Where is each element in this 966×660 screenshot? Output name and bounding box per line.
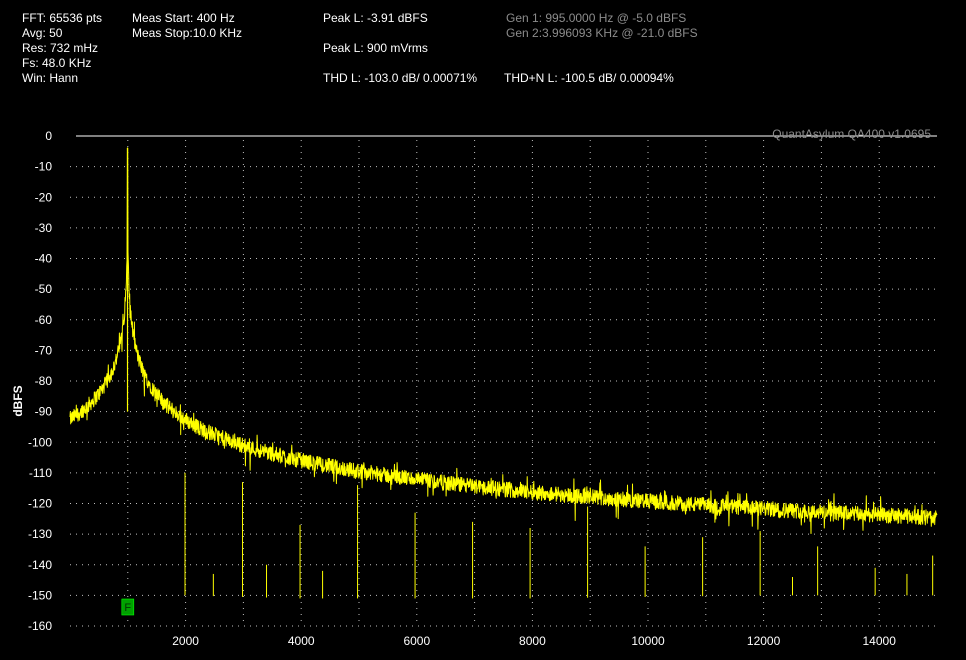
y-tick-label: -10 bbox=[35, 160, 53, 174]
y-tick-label: -30 bbox=[35, 221, 53, 235]
y-tick-label: -70 bbox=[35, 343, 53, 357]
x-tick-label: 2000 bbox=[172, 634, 199, 648]
y-tick-label: -90 bbox=[35, 405, 53, 419]
y-tick-label: -80 bbox=[35, 374, 53, 388]
fft-analyzer-window: FFT: 65536 pts Avg: 50 Res: 732 mHz Fs: … bbox=[0, 0, 966, 660]
x-tick-label: 12000 bbox=[747, 634, 781, 648]
y-tick-label: -160 bbox=[28, 619, 52, 633]
y-tick-label: -100 bbox=[28, 435, 52, 449]
x-tick-label: 6000 bbox=[403, 634, 430, 648]
y-tick-label: -140 bbox=[28, 558, 52, 572]
fft-spectrum-chart: 0 -10 -20 -30 -40 -50 -60 -70 -80 -90 -100 -110 -120… bbox=[11, 127, 938, 648]
y-tick-label: -60 bbox=[35, 313, 53, 327]
y-tick-label: -150 bbox=[28, 588, 52, 602]
frequency-marker[interactable]: F bbox=[121, 598, 135, 616]
spectrum-noise-trace bbox=[69, 147, 938, 534]
x-tick-label: 4000 bbox=[288, 634, 315, 648]
y-tick-label: -40 bbox=[35, 252, 53, 266]
y-tick-label: -120 bbox=[28, 497, 52, 511]
x-tick-label: 8000 bbox=[519, 634, 546, 648]
fundamental-marker-label: F bbox=[124, 602, 131, 614]
y-tick-label: -130 bbox=[28, 527, 52, 541]
y-tick-label: -110 bbox=[29, 466, 52, 480]
y-axis-label: dBFS bbox=[11, 385, 25, 416]
y-tick-label: 0 bbox=[45, 129, 52, 143]
chart-grid bbox=[70, 135, 937, 627]
x-tick-label: 14000 bbox=[863, 634, 897, 648]
y-tick-label: -50 bbox=[35, 282, 53, 296]
version-watermark: QuantAsylum QA400 v1.0695 bbox=[772, 127, 931, 141]
y-tick-label: -20 bbox=[35, 190, 53, 204]
x-tick-label: 10000 bbox=[631, 634, 665, 648]
spectrum-trace bbox=[69, 147, 938, 599]
